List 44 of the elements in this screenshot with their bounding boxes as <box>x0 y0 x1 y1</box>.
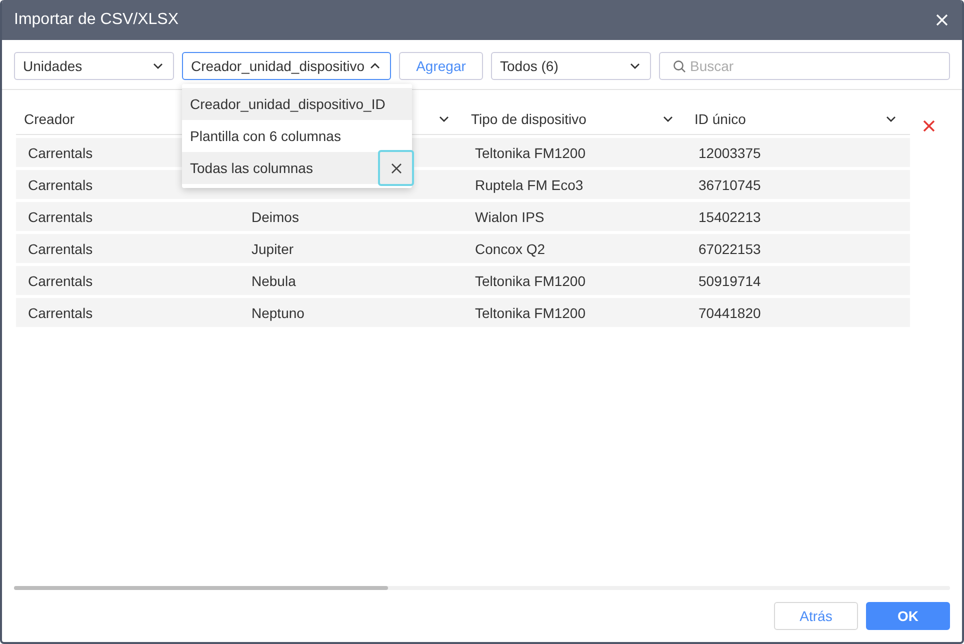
table-cell: 70441820 <box>698 304 761 320</box>
chevron-icon <box>662 116 672 122</box>
table-cell: Nebula <box>252 272 296 288</box>
table-cell: Teltonika FM1200 <box>475 304 586 320</box>
template-option[interactable]: Creador_unidad_dispositivo_ID <box>182 88 412 120</box>
table-cell: Jupiter <box>252 240 294 256</box>
column-header[interactable]: ID único <box>694 111 746 127</box>
table-cell: 12003375 <box>698 144 761 160</box>
table-cell: Carrentals <box>28 304 93 320</box>
column-header[interactable]: Creador <box>24 111 75 127</box>
table-cell: Carrentals <box>28 272 93 288</box>
table-cell: Carrentals <box>28 240 93 256</box>
table-cell: Concox Q2 <box>475 240 546 256</box>
table-cell: 50919714 <box>698 272 761 288</box>
table-cell: Wialon IPS <box>475 208 544 224</box>
table-cell: Deimos <box>252 208 299 224</box>
table-cell: 67022153 <box>698 240 761 256</box>
search-field[interactable]: Buscar <box>659 52 950 80</box>
template-option[interactable]: Todas las columnas <box>182 152 412 184</box>
template-option[interactable]: Plantilla con 6 columnas <box>182 120 412 152</box>
table-cell: 36710745 <box>698 176 761 192</box>
window-title: Importar de CSV/XLSX <box>14 11 179 29</box>
column-header[interactable]: Tipo de dispositivo <box>471 111 586 127</box>
template-dropdown[interactable]: Creador_unidad_dispositivo <box>182 52 391 80</box>
table-cell: Ruptela FM Eco3 <box>475 176 584 192</box>
chevron-icon <box>370 63 380 69</box>
close-icon[interactable] <box>934 12 950 28</box>
table-cell: Carrentals <box>28 208 93 224</box>
table-cell: 15402213 <box>698 208 761 224</box>
chevron-icon <box>153 63 163 69</box>
close-icon <box>390 162 402 174</box>
table-cell: Teltonika FM1200 <box>475 272 586 288</box>
chevron-icon <box>886 116 896 122</box>
chevron-icon <box>630 63 640 69</box>
filter-dropdown[interactable]: Todos (6) <box>491 52 651 80</box>
table-cell: Teltonika FM1200 <box>475 144 586 160</box>
scrollbar[interactable] <box>14 586 950 590</box>
table-cell: Carrentals <box>28 176 93 192</box>
table-cell: Carrentals <box>28 144 93 160</box>
delete-button[interactable] <box>378 150 414 186</box>
delete-icon[interactable] <box>921 118 937 134</box>
type-dropdown[interactable]: Unidades <box>14 52 174 80</box>
chevron-icon <box>439 116 449 122</box>
table-cell: Neptuno <box>252 304 304 320</box>
